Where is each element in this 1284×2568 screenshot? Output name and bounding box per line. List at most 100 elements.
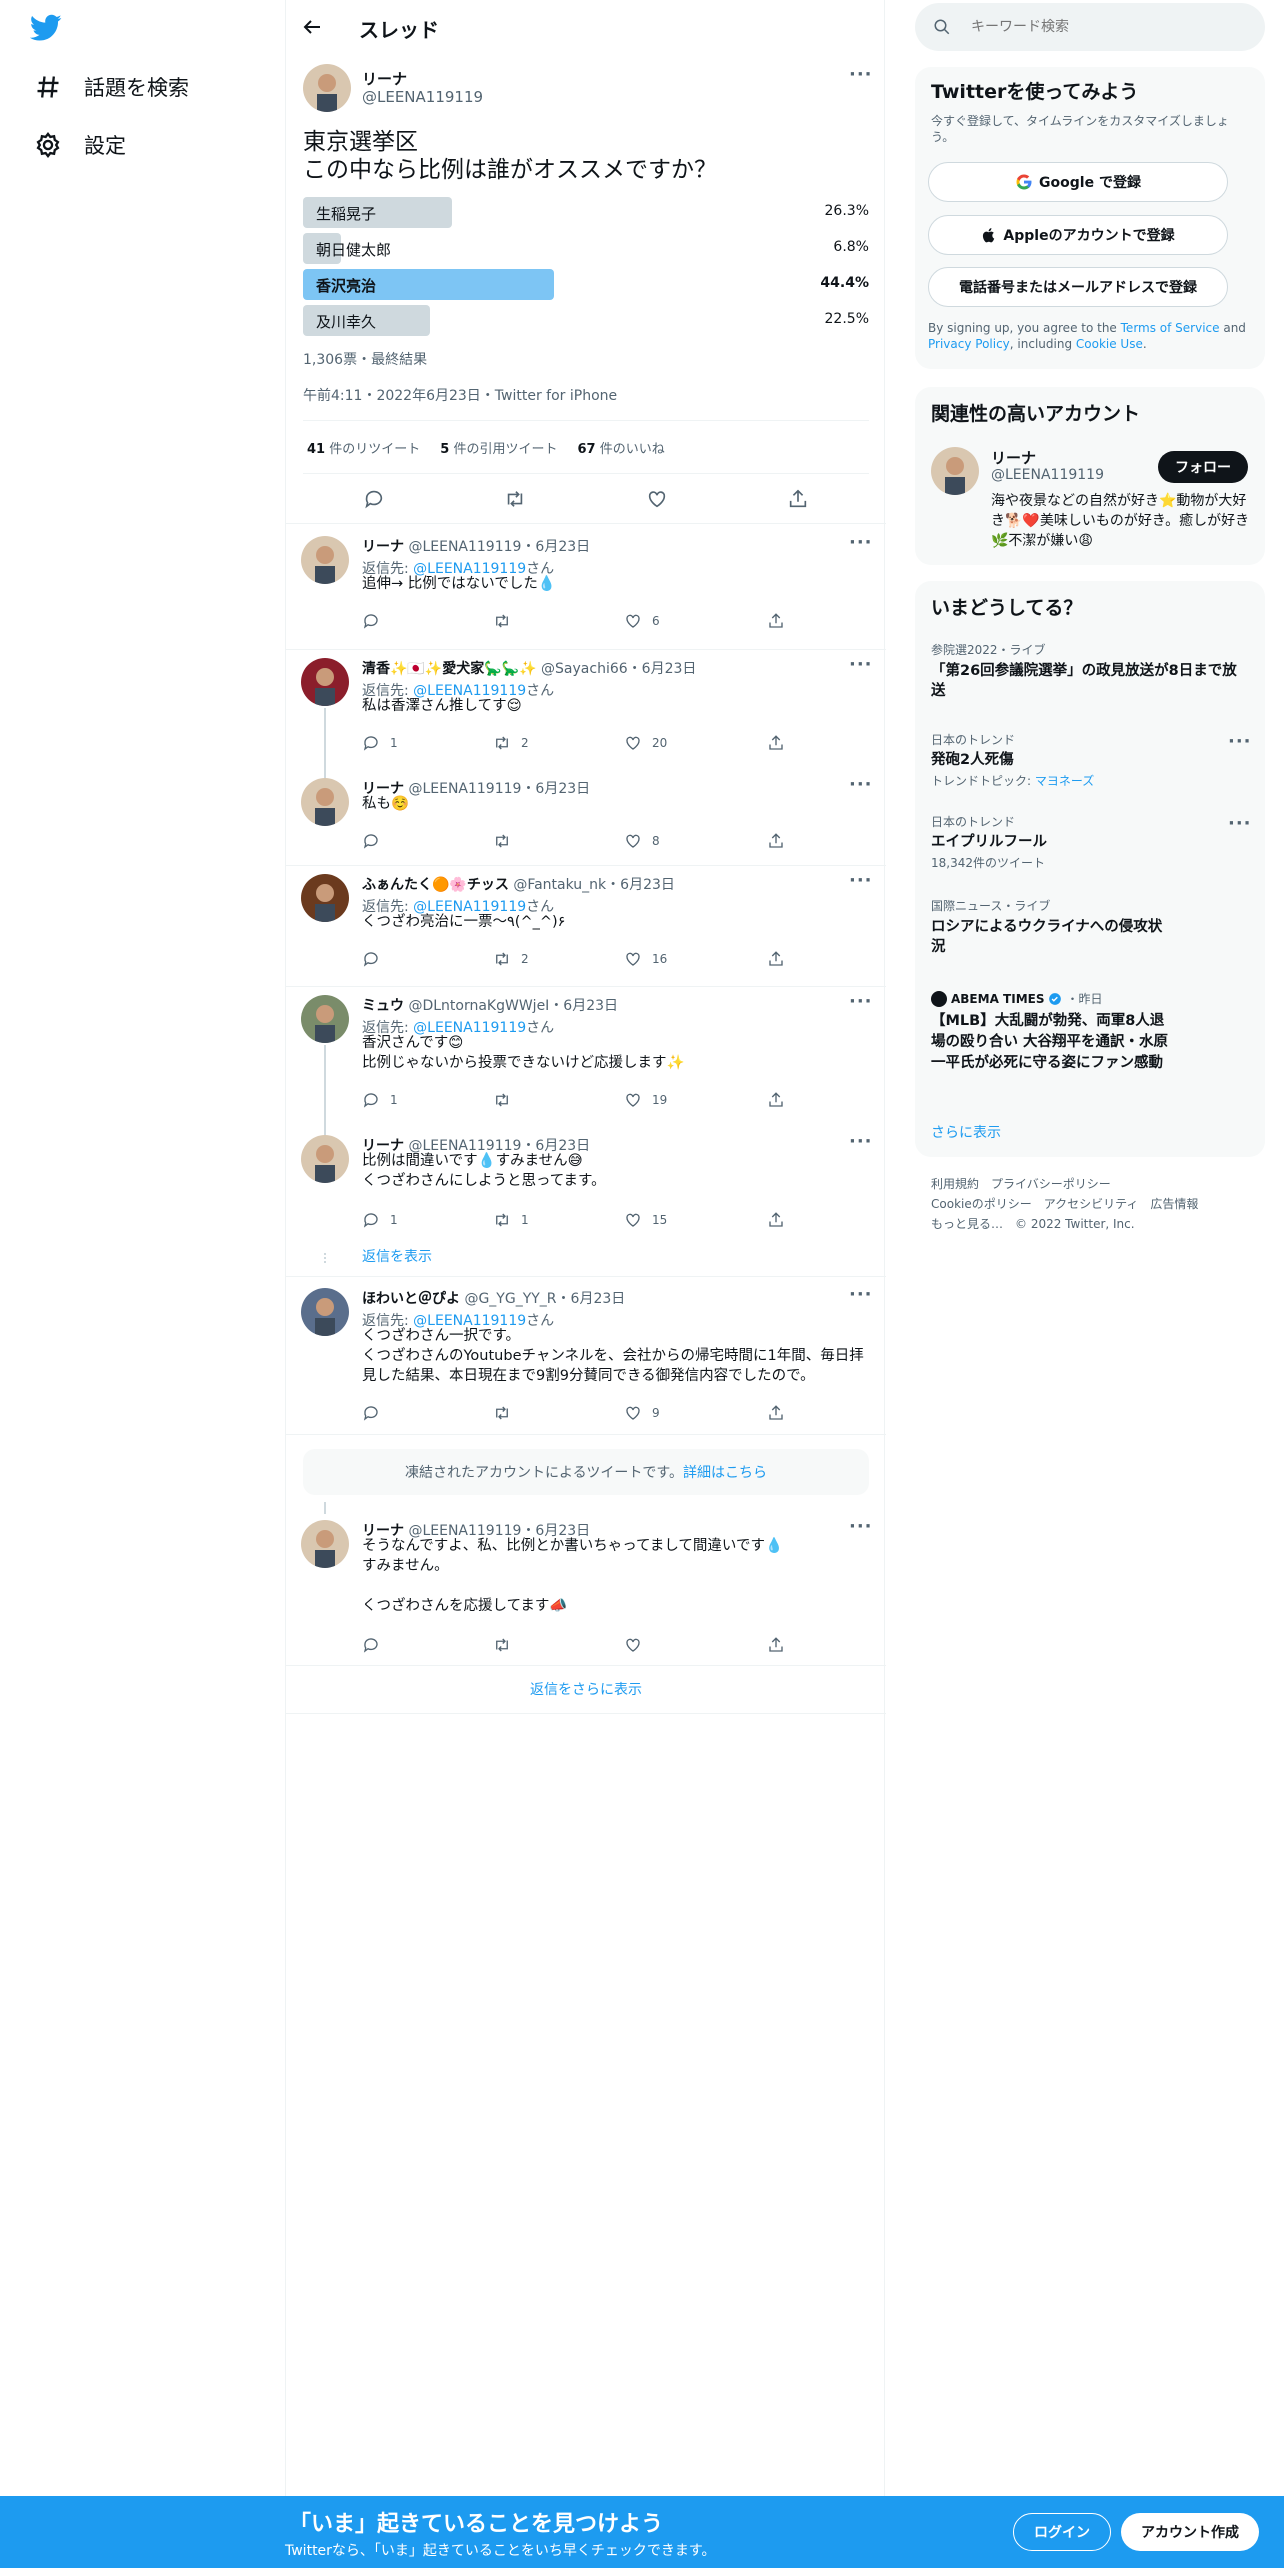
- retweet-button[interactable]: [493, 1091, 521, 1109]
- share-button[interactable]: [767, 1404, 785, 1422]
- phone-signup-button[interactable]: 電話番号またはメールアドレスで登録: [928, 267, 1228, 307]
- reply-button[interactable]: [362, 950, 390, 968]
- more-icon[interactable]: ···: [1228, 731, 1252, 752]
- more-icon[interactable]: ···: [849, 1131, 873, 1152]
- reply-button[interactable]: 1: [362, 1211, 398, 1229]
- nav-settings[interactable]: 設定: [34, 130, 126, 160]
- avatar[interactable]: [301, 874, 349, 922]
- back-arrow-icon[interactable]: [300, 15, 324, 39]
- more-icon[interactable]: ···: [849, 532, 873, 553]
- twitter-logo-icon[interactable]: [30, 14, 62, 42]
- author-handle[interactable]: @LEENA119119: [362, 88, 483, 106]
- reply-tweet[interactable]: 清香✨🇯🇵✨愛犬家🦕🦕✨ @Sayachi66・6月23日 ··· 返信先: @LE…: [286, 650, 886, 818]
- reply-tweet[interactable]: リーナ @LEENA119119・6月23日 ··· そうなんですよ、私、比例とか書…: [286, 1502, 886, 1653]
- footer-links[interactable]: 利用規約 プライバシーポリシー Cookieのポリシー アクセシビリティ 広告情…: [931, 1174, 1198, 1234]
- like-stat[interactable]: 67 件のいいね: [577, 438, 664, 457]
- reply-tweet[interactable]: ふぁんたく🟠🌸チッス @Fantaku_nk・6月23日 ··· 返信先: @LEE…: [286, 866, 886, 986]
- share-button[interactable]: [767, 950, 785, 968]
- reply-button[interactable]: [362, 612, 390, 630]
- nav-explore[interactable]: 話題を検索: [34, 72, 189, 102]
- like-button[interactable]: [624, 1636, 652, 1654]
- retweet-stat[interactable]: 41 件のリツイート: [307, 438, 420, 457]
- cookie-link[interactable]: Cookie Use: [1076, 337, 1143, 351]
- like-icon[interactable]: [646, 488, 668, 510]
- like-button[interactable]: 19: [624, 1091, 667, 1109]
- like-button[interactable]: 20: [624, 734, 667, 752]
- author-name[interactable]: リーナ: [362, 68, 407, 89]
- reply-date[interactable]: ・6月23日: [521, 539, 590, 555]
- more-icon[interactable]: ···: [1228, 813, 1252, 834]
- like-button[interactable]: 16: [624, 950, 667, 968]
- more-icon[interactable]: ···: [849, 1284, 873, 1305]
- follow-button[interactable]: フォロー: [1158, 451, 1248, 483]
- share-button[interactable]: [767, 1091, 785, 1109]
- avatar[interactable]: [301, 995, 349, 1043]
- retweet-icon[interactable]: [504, 488, 526, 510]
- apple-signup-button[interactable]: Appleのアカウントで登録: [928, 215, 1228, 255]
- like-button[interactable]: 8: [624, 832, 660, 850]
- retweet-button[interactable]: 2: [493, 734, 529, 752]
- reply-button[interactable]: 1: [362, 734, 398, 752]
- trend-topic-link[interactable]: マヨネーズ: [1035, 774, 1094, 788]
- reply-date[interactable]: ・6月23日: [628, 661, 697, 677]
- reply-date[interactable]: ・6月23日: [557, 1291, 626, 1307]
- like-button[interactable]: 15: [624, 1211, 667, 1229]
- retweet-button[interactable]: [493, 1404, 521, 1422]
- search-input[interactable]: [971, 15, 1241, 39]
- author-handle[interactable]: @Sayachi66: [541, 661, 628, 677]
- trend-item[interactable]: ABEMA TIMES ・昨日 【MLB】大乱闘が勃発、両軍8人退場の殴り合い …: [931, 990, 1251, 1074]
- avatar[interactable]: [301, 778, 349, 826]
- avatar[interactable]: [931, 447, 979, 495]
- login-button[interactable]: ログイン: [1013, 2513, 1111, 2551]
- author-name[interactable]: 清香✨🇯🇵✨愛犬家🦕🦕✨: [362, 661, 537, 677]
- more-icon[interactable]: ···: [849, 991, 873, 1012]
- show-replies-link[interactable]: 返信を表示: [362, 1246, 432, 1266]
- share-button[interactable]: [767, 1211, 785, 1229]
- reply-date[interactable]: ・6月23日: [549, 998, 618, 1014]
- avatar[interactable]: [301, 1135, 349, 1183]
- reply-tweet[interactable]: ほわいと＠ぴよ @G_YG_YY_R・6月23日 ··· 返信先: @LEENA11…: [286, 1280, 886, 1421]
- avatar[interactable]: [303, 64, 351, 112]
- retweet-button[interactable]: [493, 612, 521, 630]
- share-button[interactable]: [767, 1636, 785, 1654]
- reply-icon[interactable]: [363, 488, 385, 510]
- reply-button[interactable]: [362, 1636, 390, 1654]
- share-button[interactable]: [767, 832, 785, 850]
- author-handle[interactable]: @LEENA119119: [408, 539, 521, 555]
- google-signup-button[interactable]: Google で登録: [928, 162, 1228, 202]
- trend-item[interactable]: 日本のトレンド 発砲2人死傷 トレンドトピック: マヨネーズ: [931, 731, 1251, 789]
- share-icon[interactable]: [787, 488, 809, 510]
- retweet-button[interactable]: [493, 1636, 521, 1654]
- reply-tweet[interactable]: リーナ @LEENA119119・6月23日 ··· 返信先: @LEENA1191…: [286, 528, 886, 648]
- share-button[interactable]: [767, 734, 785, 752]
- show-more-trends-link[interactable]: さらに表示: [931, 1122, 1001, 1142]
- retweet-button[interactable]: [493, 832, 521, 850]
- share-button[interactable]: [767, 612, 785, 630]
- avatar[interactable]: [301, 1520, 349, 1568]
- like-button[interactable]: 9: [624, 1404, 660, 1422]
- signup-button[interactable]: アカウント作成: [1121, 2513, 1259, 2551]
- trend-item[interactable]: 国際ニュース・ライブ ロシアによるウクライナへの侵攻状況: [931, 897, 1251, 957]
- reply-date[interactable]: ・6月23日: [606, 877, 675, 893]
- privacy-link[interactable]: Privacy Policy: [928, 337, 1010, 351]
- more-icon[interactable]: ···: [849, 1516, 873, 1537]
- avatar[interactable]: [301, 536, 349, 584]
- related-handle[interactable]: @LEENA119119: [991, 467, 1104, 483]
- frozen-details-link[interactable]: 詳細はこちら: [683, 1462, 767, 1482]
- more-icon[interactable]: ···: [849, 870, 873, 891]
- avatar[interactable]: [301, 1288, 349, 1336]
- avatar[interactable]: [301, 658, 349, 706]
- retweet-button[interactable]: 2: [493, 950, 529, 968]
- quote-stat[interactable]: 5 件の引用ツイート: [440, 438, 557, 457]
- author-name[interactable]: ふぁんたく🟠🌸チッス: [362, 877, 509, 893]
- more-icon[interactable]: ···: [849, 64, 873, 85]
- trend-item[interactable]: 参院選2022・ライブ 「第26回参議院選挙」の政見放送が8日まで放送: [931, 641, 1251, 701]
- more-icon[interactable]: ···: [849, 774, 873, 795]
- author-handle[interactable]: @DLntornaKgWWjeI: [408, 998, 549, 1014]
- author-name[interactable]: ミュウ: [362, 998, 404, 1014]
- search-box[interactable]: [915, 3, 1265, 51]
- retweet-button[interactable]: 1: [493, 1211, 529, 1229]
- tweet-timestamp[interactable]: 午前4:11・2022年6月23日・Twitter for iPhone: [303, 385, 617, 405]
- more-icon[interactable]: ···: [849, 654, 873, 675]
- reply-button[interactable]: [362, 832, 390, 850]
